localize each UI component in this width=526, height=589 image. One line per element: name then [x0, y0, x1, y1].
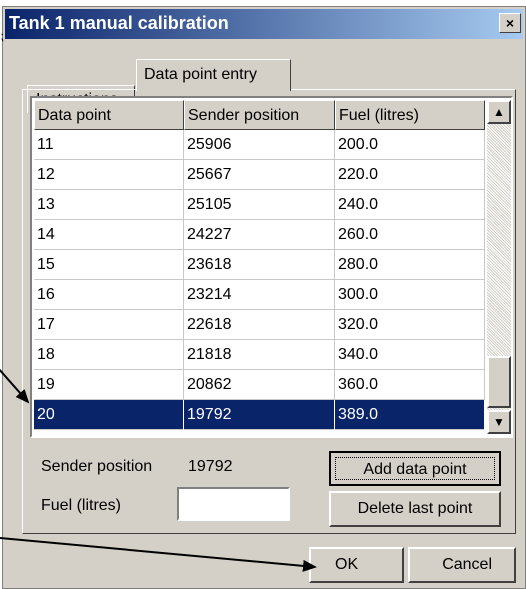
table-row[interactable]: 11 25906 200.0 — [34, 130, 485, 160]
table-cell: 13 — [34, 190, 184, 220]
table-row[interactable]: 13 25105 240.0 — [34, 190, 485, 220]
table-cell: 12 — [34, 160, 184, 190]
scroll-thumb[interactable] — [487, 356, 511, 408]
table-cell: 260.0 — [335, 220, 485, 250]
add-data-point-label: Add data point — [335, 457, 495, 480]
column-header-sender-position[interactable]: Sender position — [184, 100, 335, 130]
sender-position-value: 19792 — [188, 458, 233, 475]
table-cell: 19792 — [184, 400, 335, 430]
table-cell: 20862 — [184, 370, 335, 400]
scroll-up-icon[interactable]: ▲ — [487, 100, 511, 124]
close-icon[interactable]: × — [499, 13, 521, 33]
table-row[interactable]: 16 23214 300.0 — [34, 280, 485, 310]
table-cell: 300.0 — [335, 280, 485, 310]
table-cell: 340.0 — [335, 340, 485, 370]
table-cell: 23214 — [184, 280, 335, 310]
table-row[interactable]: 14 24227 260.0 — [34, 220, 485, 250]
table-cell: 20 — [34, 400, 184, 430]
title-bar[interactable]: Tank 1 manual calibration × — [5, 9, 523, 39]
table-cell: 21818 — [184, 340, 335, 370]
cancel-button[interactable]: Cancel — [408, 547, 516, 583]
column-header-data-point[interactable]: Data point — [34, 100, 184, 130]
dialog-title: Tank 1 manual calibration — [9, 13, 229, 33]
table-cell: 18 — [34, 340, 184, 370]
sender-position-label: Sender position — [41, 458, 153, 475]
table-cell: 11 — [34, 130, 184, 160]
table-row[interactable]: 12 25667 220.0 — [34, 160, 485, 190]
table-cell: 220.0 — [335, 160, 485, 190]
table-row[interactable]: 20 19792 389.0 — [34, 400, 485, 430]
table-cell: 14 — [34, 220, 184, 250]
table-cell: 23618 — [184, 250, 335, 280]
table-cell: 25105 — [184, 190, 335, 220]
table-cell: 200.0 — [335, 130, 485, 160]
table-row[interactable]: 17 22618 320.0 — [34, 310, 485, 340]
table-cell: 320.0 — [335, 310, 485, 340]
tab-data-point-entry[interactable]: Data point entry — [136, 59, 291, 91]
table-cell: 389.0 — [335, 400, 485, 430]
fuel-label: Fuel (litres) — [41, 497, 122, 514]
column-header-fuel[interactable]: Fuel (litres) — [335, 100, 485, 130]
table-cell: 22618 — [184, 310, 335, 340]
table-cell: 280.0 — [335, 250, 485, 280]
table-row[interactable]: 19 20862 360.0 — [34, 370, 485, 400]
table-cell: 240.0 — [335, 190, 485, 220]
scroll-down-icon[interactable]: ▼ — [487, 410, 511, 434]
table-cell: 16 — [34, 280, 184, 310]
table-cell: 360.0 — [335, 370, 485, 400]
add-data-point-button[interactable]: Add data point — [329, 451, 501, 486]
table-cell: 17 — [34, 310, 184, 340]
table-row[interactable]: 15 23618 280.0 — [34, 250, 485, 280]
table-rows: 11 25906 200.0 12 25667 220.0 13 25105 240.0 14 24… — [34, 130, 485, 430]
delete-last-point-button[interactable]: Delete last point — [329, 491, 501, 527]
table-cell: 15 — [34, 250, 184, 280]
table-cell: 25667 — [184, 160, 335, 190]
table-cell: 24227 — [184, 220, 335, 250]
fuel-input[interactable] — [177, 487, 290, 521]
data-point-table[interactable]: Data point Sender position Fuel (litres)… — [30, 96, 513, 438]
vertical-scrollbar[interactable]: ▲ ▼ — [487, 100, 511, 434]
table-row[interactable]: 18 21818 340.0 — [34, 340, 485, 370]
table-cell: 25906 — [184, 130, 335, 160]
ok-button[interactable]: OK — [309, 547, 404, 583]
table-cell: 19 — [34, 370, 184, 400]
